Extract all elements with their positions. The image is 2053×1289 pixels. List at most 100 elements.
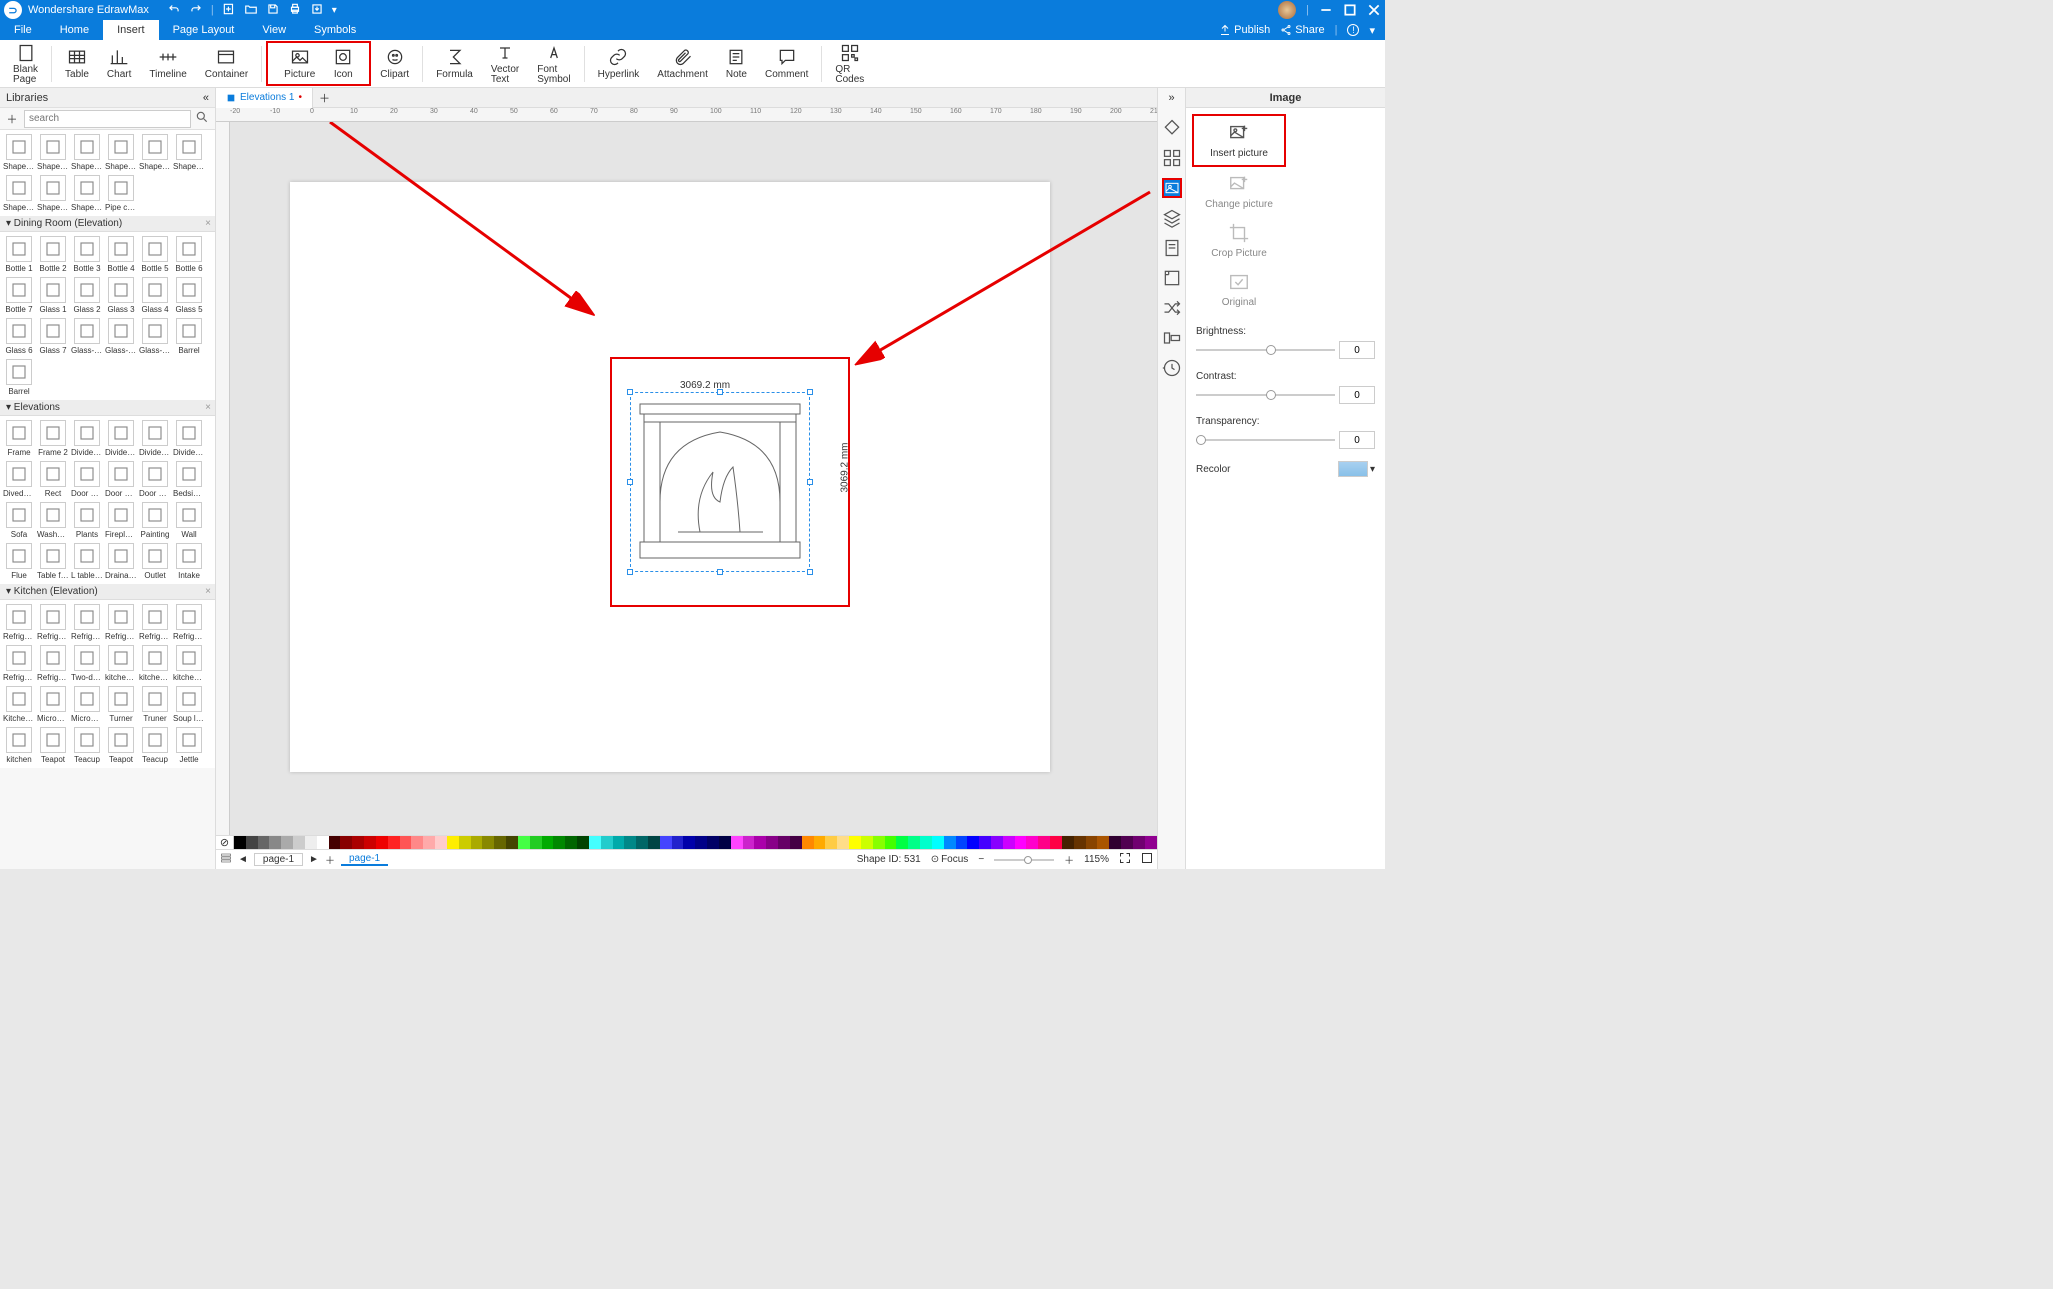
color-swatch[interactable] — [802, 836, 814, 850]
color-swatch[interactable] — [1121, 836, 1133, 850]
color-swatch[interactable] — [636, 836, 648, 850]
shuffle-icon[interactable] — [1162, 298, 1182, 318]
page-tab-editable[interactable]: page-1 — [254, 853, 303, 866]
menu-home[interactable]: Home — [46, 20, 103, 40]
library-shape[interactable]: Jettle — [172, 725, 206, 766]
color-swatch[interactable] — [1026, 836, 1038, 850]
library-shape[interactable]: Rect — [36, 459, 70, 500]
collapse-right-icon[interactable]: » — [1168, 92, 1174, 104]
color-swatch[interactable] — [1086, 836, 1098, 850]
color-swatch[interactable] — [920, 836, 932, 850]
fireplace-shape[interactable] — [638, 402, 802, 562]
color-swatch[interactable] — [506, 836, 518, 850]
library-shape[interactable]: Glass 6 — [2, 316, 36, 357]
comment-button[interactable]: Comment — [756, 44, 817, 83]
library-shape[interactable]: Door Right — [104, 459, 138, 500]
color-swatch[interactable] — [577, 836, 589, 850]
library-shape[interactable]: Glass 5 — [172, 275, 206, 316]
library-shape[interactable]: Two-do... — [70, 643, 104, 684]
color-swatch[interactable] — [1074, 836, 1086, 850]
library-shape[interactable]: Shape220 — [70, 173, 104, 214]
color-swatch[interactable] — [624, 836, 636, 850]
resize-handle[interactable] — [717, 569, 723, 575]
library-shape[interactable]: Sofa — [2, 500, 36, 541]
color-swatch[interactable] — [648, 836, 660, 850]
color-swatch[interactable] — [956, 836, 968, 850]
resize-handle[interactable] — [807, 479, 813, 485]
color-swatch[interactable] — [1133, 836, 1145, 850]
insert-picture-button[interactable]: Insert picture — [1192, 114, 1286, 167]
library-shape[interactable]: Glass 1 — [36, 275, 70, 316]
color-swatch[interactable] — [1050, 836, 1062, 850]
picture-button[interactable]: Picture — [275, 44, 324, 83]
color-swatch[interactable] — [754, 836, 766, 850]
color-swatch[interactable] — [1003, 836, 1015, 850]
grid-icon[interactable] — [1162, 148, 1182, 168]
recolor-swatch[interactable] — [1338, 461, 1368, 477]
color-swatch[interactable] — [388, 836, 400, 850]
library-shape[interactable]: Shape1... — [2, 132, 36, 173]
library-shape[interactable]: Teapot — [36, 725, 70, 766]
library-shape[interactable]: Refriger... — [138, 602, 172, 643]
library-shape[interactable]: Glass-b... — [70, 316, 104, 357]
change-picture-button[interactable]: Change picture — [1192, 167, 1286, 216]
menu-view[interactable]: View — [248, 20, 300, 40]
color-swatch[interactable] — [1038, 836, 1050, 850]
resize-handle[interactable] — [627, 569, 633, 575]
fullscreen-icon[interactable] — [1141, 852, 1153, 867]
crop-picture-button[interactable]: Crop Picture — [1192, 216, 1286, 265]
color-swatch[interactable] — [364, 836, 376, 850]
library-shape[interactable]: Glass 3 — [104, 275, 138, 316]
library-shape[interactable]: Truner — [138, 684, 172, 725]
color-swatch[interactable] — [601, 836, 613, 850]
color-swatch[interactable] — [825, 836, 837, 850]
search-icon[interactable] — [195, 110, 211, 127]
zoom-slider[interactable] — [994, 859, 1054, 861]
library-shape[interactable]: kitchen v... — [138, 643, 172, 684]
color-swatch[interactable] — [885, 836, 897, 850]
resize-handle[interactable] — [717, 389, 723, 395]
color-swatch[interactable] — [340, 836, 352, 850]
prev-page-icon[interactable]: ◄ — [238, 854, 248, 865]
open-icon[interactable] — [244, 2, 258, 19]
chart-button[interactable]: Chart — [98, 44, 140, 83]
color-swatch[interactable] — [683, 836, 695, 850]
options-dropdown-icon[interactable]: ▾ — [1369, 24, 1375, 37]
library-shape[interactable]: Outlet — [138, 541, 172, 582]
color-swatch[interactable] — [317, 836, 329, 850]
zoom-in-icon[interactable]: ＋ — [1064, 852, 1074, 867]
close-icon[interactable] — [1367, 3, 1381, 17]
page-tab-active[interactable]: page-1 — [341, 853, 388, 866]
color-swatch[interactable] — [707, 836, 719, 850]
library-category[interactable]: ▾ Elevations× — [0, 400, 215, 416]
color-swatch[interactable] — [281, 836, 293, 850]
color-swatch[interactable] — [1015, 836, 1027, 850]
focus-button[interactable]: ⊙ Focus — [931, 854, 969, 865]
library-shape[interactable]: Plants — [70, 500, 104, 541]
library-shape[interactable]: Glass 2 — [70, 275, 104, 316]
color-swatch[interactable] — [352, 836, 364, 850]
color-swatch[interactable] — [305, 836, 317, 850]
color-swatch[interactable] — [731, 836, 743, 850]
library-shape[interactable]: Bottle 2 — [36, 234, 70, 275]
color-swatch[interactable] — [873, 836, 885, 850]
color-swatch[interactable] — [258, 836, 270, 850]
library-shape[interactable]: Divider - ... — [172, 418, 206, 459]
library-shape[interactable]: Refriger... — [2, 602, 36, 643]
color-swatch[interactable] — [849, 836, 861, 850]
library-shape[interactable]: Barrel — [2, 357, 36, 398]
canvas[interactable]: 3069.2 mm 3069.2 mm — [230, 122, 1157, 835]
menu-insert[interactable]: Insert — [103, 20, 159, 40]
color-palette[interactable]: ⊘ — [216, 835, 1157, 849]
library-shape[interactable]: Diveder 2 — [2, 459, 36, 500]
library-shape[interactable]: Microwa... — [70, 684, 104, 725]
library-shape[interactable]: Shape524 — [172, 132, 206, 173]
redo-icon[interactable] — [189, 2, 203, 19]
library-shape[interactable]: Teapot — [104, 725, 138, 766]
color-swatch[interactable] — [861, 836, 873, 850]
library-shape[interactable]: L table f... — [70, 541, 104, 582]
color-swatch[interactable] — [932, 836, 944, 850]
zoom-level[interactable]: 115% — [1084, 854, 1109, 865]
note-button[interactable]: Note — [717, 44, 756, 83]
library-shape[interactable]: Teacup — [70, 725, 104, 766]
